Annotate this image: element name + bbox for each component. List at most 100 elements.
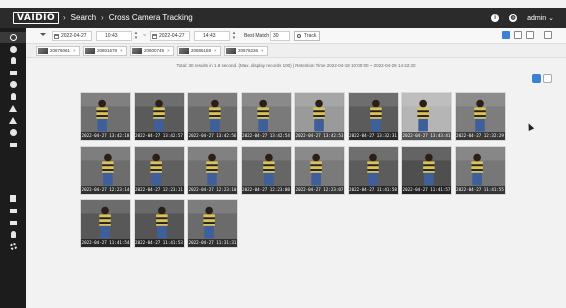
best-match-input[interactable]: 30 [270,31,290,41]
results-summary: Total: 30 results in 1.9 second. (Max. d… [176,63,416,68]
result-thumbnail[interactable]: 2022-04-27 11:31:31 [187,199,238,248]
camera-chip[interactable]: 20876061 × [36,46,80,56]
sidebar-item-display[interactable] [0,217,26,228]
camera-chip[interactable]: 20800749 × [130,46,174,56]
camera-thumbnail [85,48,95,54]
result-thumbnail[interactable]: 2022-04-27 12:23:07 [294,145,345,195]
result-timestamp: 2022-04-27 11:41:57 [402,185,451,194]
result-thumbnail[interactable]: 2022-04-27 13:42:57 [133,92,185,141]
sidebar-item-search[interactable] [0,32,26,43]
globe-icon[interactable]: ◍ [509,14,518,22]
close-icon[interactable]: × [261,48,264,53]
display-mode-toggle [532,74,552,83]
fire-icon [9,117,17,124]
result-timestamp: 2022-04-27 12:23:10 [188,185,237,194]
grid-view-icon[interactable] [502,31,510,39]
user-menu[interactable]: admin ⌄ [527,14,554,22]
top-bar: VAIDIO › Search › Cross Camera Tracking i ◍… [0,8,566,28]
result-thumbnail[interactable]: 2022-04-27 12:32:29 [454,92,506,141]
camera-chip-label: 20801678 [97,48,118,53]
result-timestamp: 2022-04-27 13:42:18 [81,132,130,140]
camera-chip-label: 20886169 [191,48,212,53]
result-thumbnail[interactable]: 2022-04-27 12:23:10 [187,145,238,195]
result-timestamp: 2022-04-27 13:42:53 [295,132,344,140]
camera-chip[interactable]: 20876236 × [224,46,268,56]
camera-chip[interactable]: 20886169 × [177,46,221,56]
result-timestamp: 2022-04-27 11:41:55 [455,185,505,194]
breadcrumb-search[interactable]: Search [71,13,96,22]
collapse-caret-icon[interactable] [40,33,46,36]
result-thumbnail[interactable]: 2022-04-27 11:41:54 [80,199,131,248]
person-icon [10,57,16,64]
track-button[interactable]: Track [294,31,321,41]
result-thumbnail[interactable]: 2022-04-27 13:42:56 [187,92,238,141]
close-icon[interactable]: × [167,48,170,53]
start-time-field[interactable]: 10:43 [96,31,132,41]
sidebar-item-face[interactable] [0,44,26,55]
end-time-field[interactable]: 14:43 [194,31,230,41]
breadcrumb-separator-icon: › [63,13,66,22]
result-thumbnail[interactable]: 2022-04-27 12:23:08 [240,145,292,195]
thumbnail-mode-icon[interactable] [532,74,541,83]
sidebar-item-camera[interactable] [0,205,26,216]
start-time-stepper[interactable]: ▴ ▾ [133,31,139,41]
export-icon[interactable] [544,31,552,39]
user-icon [10,231,16,238]
result-thumbnail[interactable]: 2022-04-27 11:41:53 [133,199,185,248]
sidebar-item-document[interactable] [0,193,26,204]
result-thumbnail[interactable]: 2022-04-27 11:41:55 [454,145,506,195]
result-timestamp: 2022-04-27 12:23:07 [295,185,344,194]
info-icon[interactable]: i [491,14,500,22]
sidebar-item-settings[interactable] [0,241,26,252]
camera-chip[interactable]: 20801678 × [83,46,127,56]
bike-icon [9,81,17,88]
map-pin-icon[interactable] [514,31,522,39]
vaidio-logo[interactable]: VAIDIO [13,12,60,24]
sidebar-item-user[interactable] [0,229,26,240]
calendar-icon [54,34,59,39]
result-thumbnail[interactable]: 2022-04-27 12:23:14 [80,145,131,195]
calendar-icon [152,34,157,39]
result-timestamp: 2022-04-27 13:42:54 [241,132,291,140]
range-separator: ~ [143,33,146,39]
sidebar-item-target[interactable] [0,127,26,138]
list-view-icon[interactable] [526,31,534,39]
result-timestamp: 2022-04-27 12:32:29 [455,132,505,140]
sidebar-item-bike[interactable] [0,79,26,90]
sidebar [0,28,26,308]
camera-thumbnail [226,48,236,54]
result-thumbnail[interactable]: 2022-04-27 13:42:54 [240,92,292,141]
running-icon [10,93,16,100]
face-icon [9,46,17,53]
result-thumbnail[interactable]: 2022-04-27 13:42:18 [80,92,131,141]
close-icon[interactable]: × [120,48,123,53]
camera-icon [9,208,17,213]
result-timestamp: 2022-04-27 11:41:53 [134,239,184,247]
search-icon [9,34,17,41]
sidebar-item-person[interactable] [0,55,26,66]
sidebar-item-fire[interactable] [0,115,26,126]
result-thumbnail[interactable]: 2022-04-27 13:42:53 [294,92,345,141]
close-icon[interactable]: × [214,48,217,53]
camera-thumbnail [132,48,142,54]
result-thumbnail[interactable]: 2022-04-27 12:23:11 [133,145,185,195]
document-icon [10,195,16,202]
end-time-stepper[interactable]: ▴ ▾ [231,31,237,41]
result-thumbnail[interactable]: 2022-04-27 13:43:41 [401,92,452,141]
sidebar-item-chart[interactable] [0,139,26,150]
layout-switcher [502,31,552,41]
camera-thumbnail [179,48,189,54]
close-icon[interactable]: × [73,48,76,53]
result-timestamp: 2022-04-27 13:32:31 [348,132,398,140]
result-thumbnail[interactable]: 2022-04-27 11:41:57 [401,145,452,195]
camera-chip-label: 20876061 [50,48,71,53]
sidebar-item-alert[interactable] [0,103,26,114]
result-thumbnail[interactable]: 2022-04-27 13:32:31 [347,92,399,141]
video-mode-icon[interactable] [543,74,552,83]
header-actions: i ◍ admin ⌄ [491,12,554,24]
sidebar-item-vehicle[interactable] [0,67,26,78]
sidebar-item-running[interactable] [0,91,26,102]
camera-chip-label: 20800749 [144,48,165,53]
result-thumbnail[interactable]: 2022-04-27 11:41:58 [347,145,399,195]
camera-chip-label: 20876236 [238,48,259,53]
